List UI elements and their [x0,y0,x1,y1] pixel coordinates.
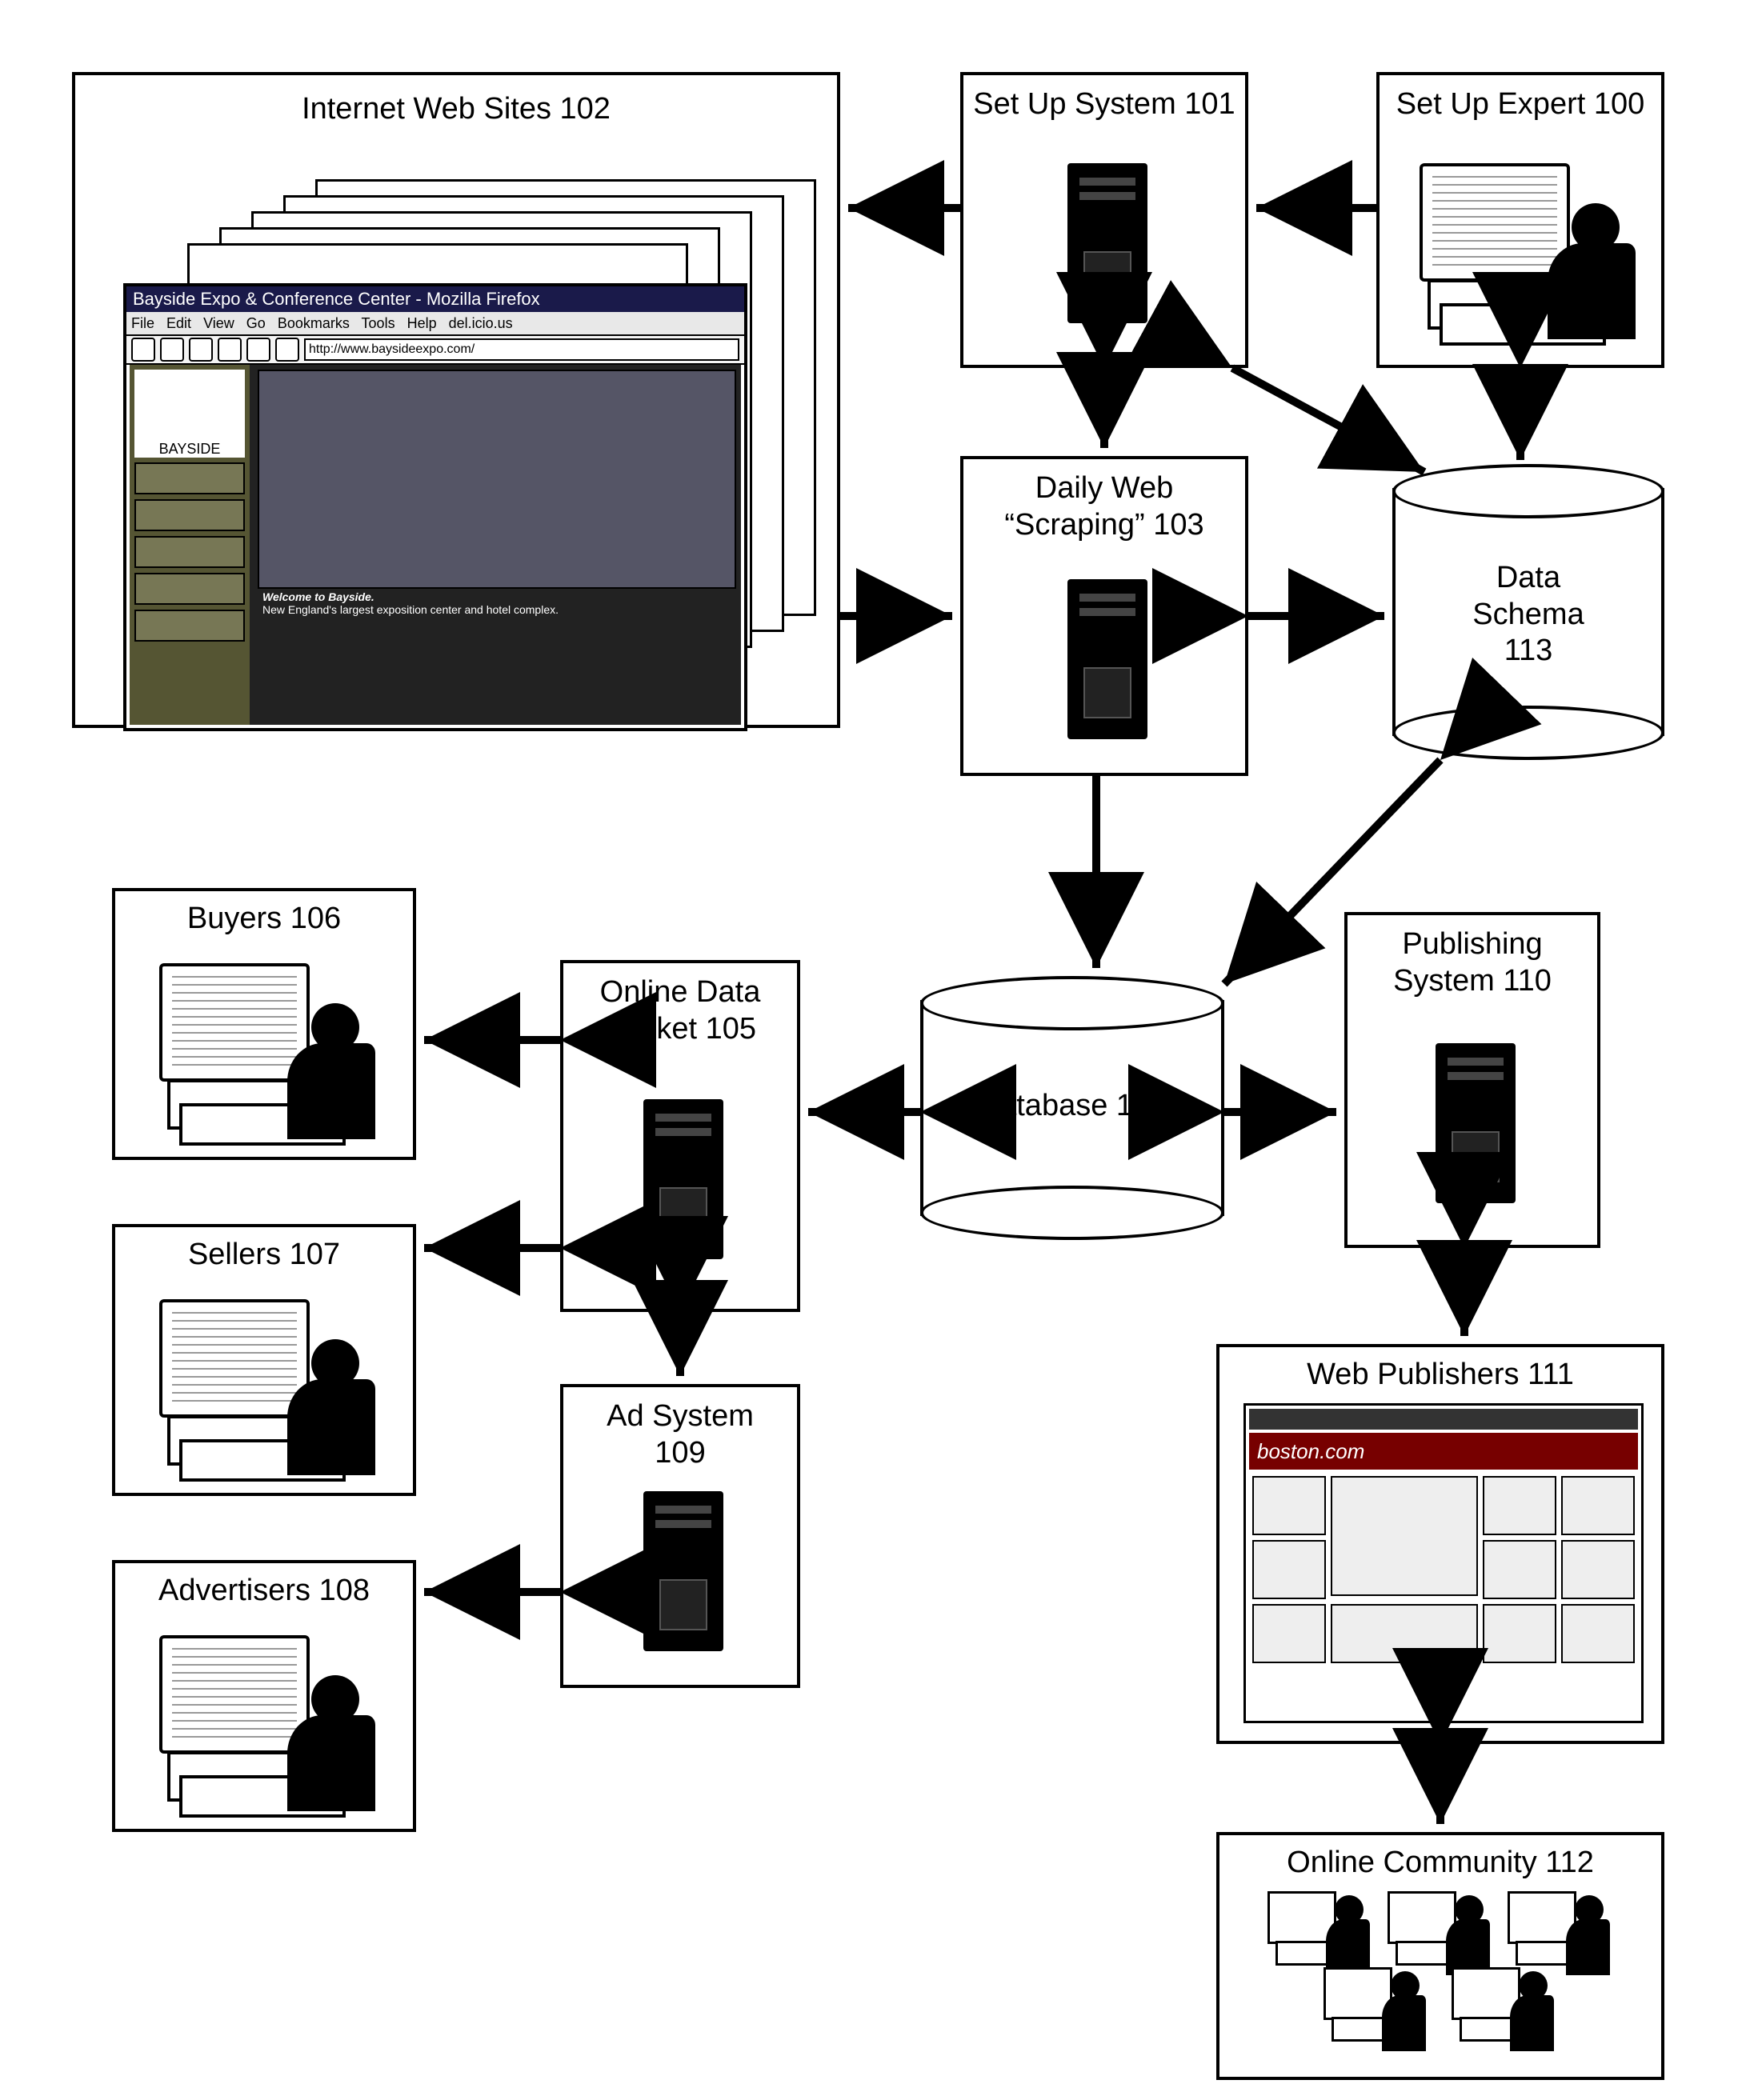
publisher-cell [1331,1476,1478,1596]
node-ad-system: Ad System 109 [560,1384,800,1688]
node-setup-system: Set Up System 101 [960,72,1248,368]
browser-window: Bayside Expo & Conference Center - Mozil… [123,283,747,731]
node-label: Publishing System 110 [1348,926,1597,999]
publisher-cell [1561,1604,1635,1663]
browser-menubar: File Edit View Go Bookmarks Tools Help d… [126,312,744,336]
publisher-cell [1331,1604,1478,1663]
publisher-brand: boston.com [1249,1433,1638,1470]
arrow [1232,368,1424,472]
node-scraping: Daily Web “Scraping” 103 [960,456,1248,776]
node-advertisers: Advertisers 108 [112,1560,416,1832]
publisher-content: boston.com [1249,1409,1638,1718]
user-at-pc-icon [159,963,367,1139]
menu-item: Help [407,315,437,331]
menu-item: Edit [166,315,191,331]
sidebar-item [134,610,245,642]
server-icon [1067,163,1147,323]
node-label: Advertisers 108 [115,1573,413,1610]
node-database: Database 104 [920,1000,1224,1216]
node-label: Online Data Market 105 [563,974,797,1047]
user-at-pc-icon [159,1635,367,1811]
menu-item: Tools [362,315,395,331]
node-label: Buyers 106 [115,901,413,938]
publisher-cell [1483,1476,1556,1535]
publisher-cell [1483,1540,1556,1599]
node-online-market: Online Data Market 105 [560,960,800,1312]
node-web-publishers: Web Publishers 111 boston.com [1216,1344,1664,1744]
site-logo: BAYSIDE [134,370,245,458]
server-icon [1436,1043,1516,1203]
node-label: Daily Web “Scraping” 103 [963,470,1245,543]
publisher-cell [1252,1540,1326,1599]
browser-toolbar: http://www.baysideexpo.com/ [126,336,744,365]
menu-item: File [131,315,154,331]
publisher-cell [1483,1604,1556,1663]
server-icon [643,1491,723,1651]
publisher-grid [1249,1473,1638,1666]
node-label: Online Community 112 [1219,1845,1661,1882]
node-publishing-system: Publishing System 110 [1344,912,1600,1248]
forward-icon [160,338,184,362]
server-icon [643,1099,723,1259]
node-label: Web Publishers 111 [1219,1357,1661,1394]
reload-icon [189,338,213,362]
hero-image [258,370,736,589]
node-setup-expert: Set Up Expert 100 [1376,72,1664,368]
node-data-schema: Data Schema 113 [1392,488,1664,736]
browser-title: Bayside Expo & Conference Center - Mozil… [126,286,744,312]
browser-content: BAYSIDE Welcome to Bayside. New England'… [130,365,741,725]
site-sidebar: BAYSIDE [130,365,250,725]
publisher-cell [1561,1540,1635,1599]
node-online-community: Online Community 112 [1216,1832,1664,2080]
publisher-toolbar [1249,1409,1638,1430]
sidebar-item [134,499,245,531]
node-label: Database 104 [920,1088,1224,1125]
node-label: Internet Web Sites 102 [75,91,837,128]
publisher-cell [1252,1476,1326,1535]
user-at-pc-icon [1420,163,1628,339]
hero-text: Welcome to Bayside. New England's larges… [258,586,736,720]
publisher-browser: boston.com [1243,1403,1644,1723]
node-label: Ad System 109 [563,1398,797,1471]
node-label: Sellers 107 [115,1237,413,1274]
node-label: Data Schema 113 [1392,560,1664,670]
menu-item: del.icio.us [449,315,513,331]
hero-subhead: New England's largest exposition center … [262,603,559,616]
menu-item: Bookmarks [278,315,350,331]
user-at-pc-icon [159,1299,367,1475]
publisher-cell [1561,1476,1635,1535]
server-icon [1067,579,1147,739]
node-buyers: Buyers 106 [112,888,416,1160]
sidebar-item [134,462,245,494]
node-label: Set Up Expert 100 [1380,86,1661,123]
community-cluster-icon [1267,1891,1620,2059]
home-icon [246,338,270,362]
sidebar-item [134,573,245,605]
menu-item: Go [246,315,266,331]
stop-icon [218,338,242,362]
url-field: http://www.baysideexpo.com/ [304,338,739,361]
back-icon [131,338,155,362]
publisher-cell [1252,1604,1326,1663]
node-internet-sites: Internet Web Sites 102 Bayside Expo & Co… [72,72,840,728]
node-label: Set Up System 101 [963,86,1245,123]
node-sellers: Sellers 107 [112,1224,416,1496]
hero-headline: Welcome to Bayside. [262,590,374,603]
sidebar-item [134,536,245,568]
tag-icon [275,338,299,362]
menu-item: View [203,315,234,331]
